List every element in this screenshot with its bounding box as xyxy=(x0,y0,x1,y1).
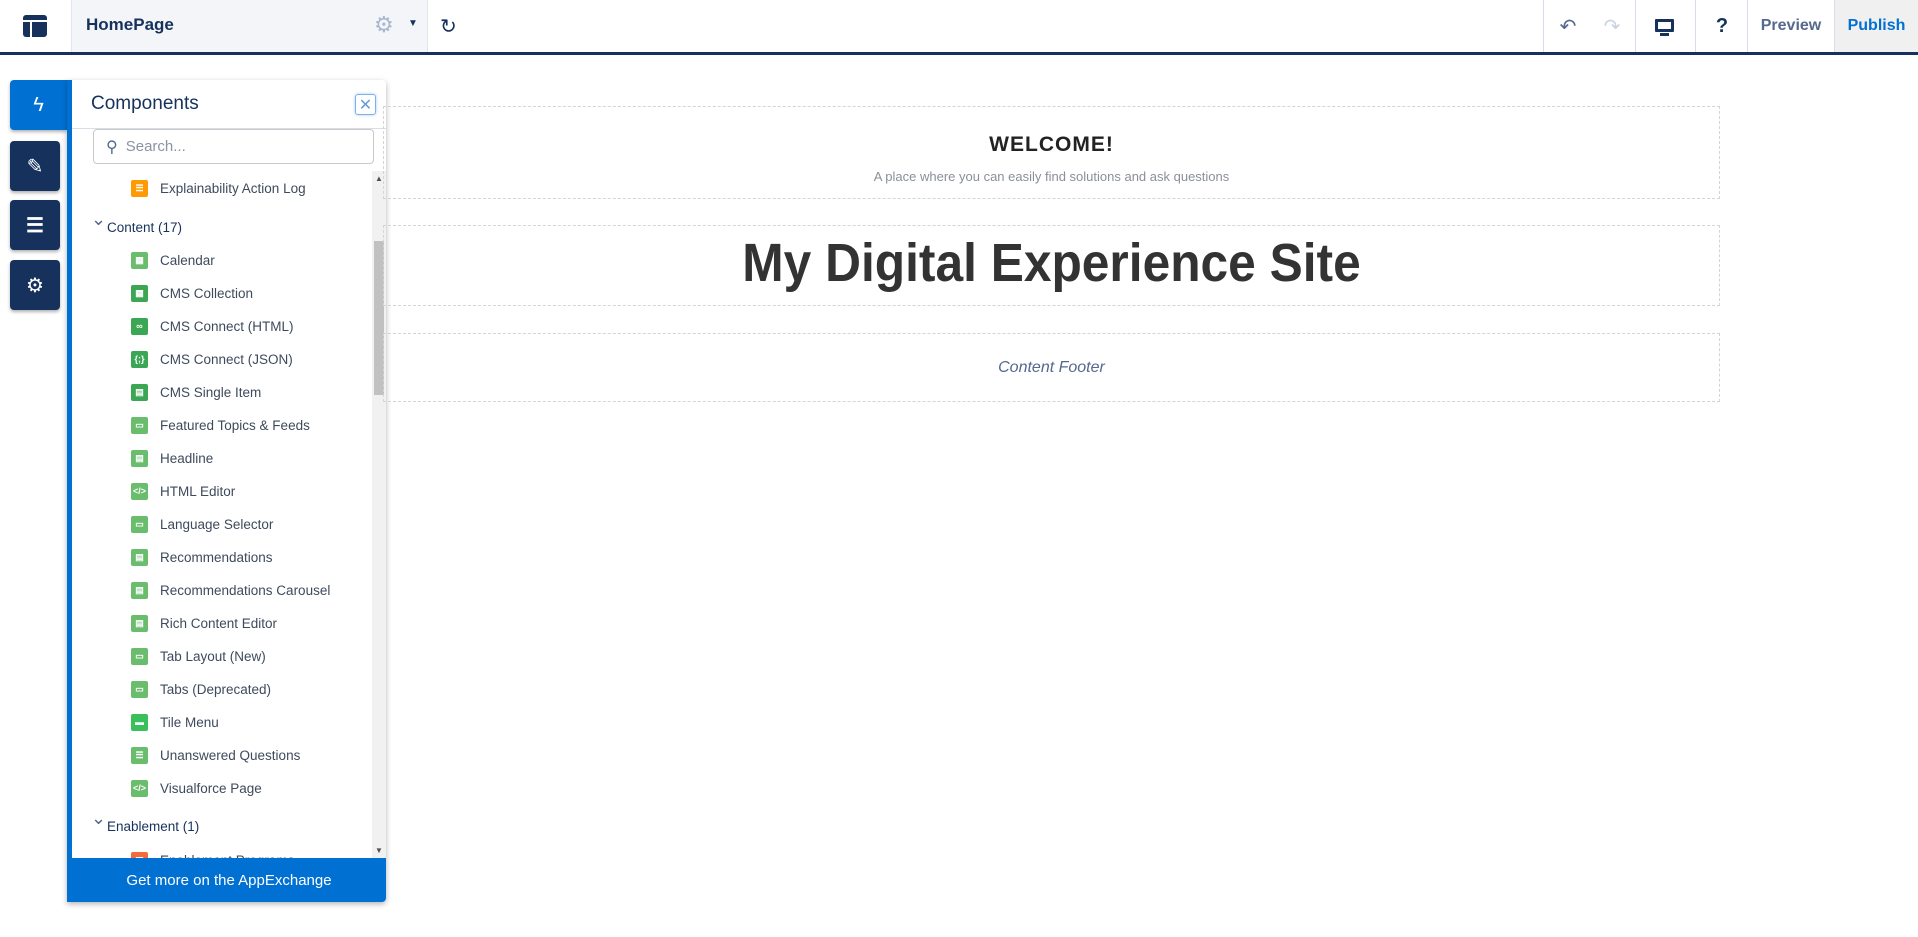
question-icon[interactable]: ? xyxy=(1712,14,1732,38)
chevron-down-icon: ⌄ xyxy=(91,808,107,828)
components-panel: Components ✕ ☰ Explainability Action Log ⌄… xyxy=(67,80,386,902)
top-bar: HomePage ⚙ ▼ ↻ ↶ ↷ ? Preview Publish xyxy=(0,0,1918,55)
header-region[interactable]: WELCOME! A place where you can easily fi… xyxy=(383,106,1720,199)
chevron-down-icon: ⌄ xyxy=(91,209,107,229)
component-label: Calendar xyxy=(160,252,215,268)
component-label: CMS Collection xyxy=(160,285,254,301)
rail-page-structure-button[interactable]: ☰ xyxy=(10,200,60,250)
component-icon: ▤ xyxy=(131,581,148,599)
brush-icon: ✎ xyxy=(26,155,44,178)
category-label: Content (17) xyxy=(107,219,183,235)
appexchange-button[interactable]: Get more on the AppExchange xyxy=(72,858,386,902)
component-icon: </> xyxy=(131,482,148,500)
page-name: HomePage xyxy=(86,15,174,34)
welcome-heading: WELCOME! xyxy=(989,133,1114,156)
component-icon: ☰ xyxy=(131,746,148,764)
component-label: Recommendations Carousel xyxy=(160,582,331,598)
list-icon: ☰ xyxy=(26,214,44,237)
gear-icon: ⚙ xyxy=(26,274,44,297)
page-selector[interactable]: HomePage ⚙ ▼ xyxy=(71,0,428,52)
component-label: Tabs (Deprecated) xyxy=(160,681,272,697)
component-label: Featured Topics & Feeds xyxy=(160,417,310,433)
component-label: Headline xyxy=(160,450,214,466)
search-field[interactable]: ⚲ xyxy=(93,129,374,164)
component-icon: ▤ xyxy=(131,383,148,401)
component-icon: ▦ xyxy=(131,251,148,269)
category-label: Enablement (1) xyxy=(107,818,200,834)
component-icon: ▭ xyxy=(131,647,148,665)
gear-icon[interactable]: ⚙ xyxy=(374,12,394,38)
component-label: Tile Menu xyxy=(160,714,219,730)
component-label: Language Selector xyxy=(160,516,274,532)
rail-settings-button[interactable]: ⚙ xyxy=(10,260,60,310)
component-icon: ▭ xyxy=(131,515,148,533)
redo-icon[interactable]: ↷ xyxy=(1600,14,1624,38)
component-icon: ☰ xyxy=(131,179,148,197)
component-label: Visualforce Page xyxy=(160,780,262,796)
component-icon: ∞ xyxy=(131,317,148,335)
search-icon: ⚲ xyxy=(106,138,118,156)
undo-icon[interactable]: ↶ xyxy=(1556,14,1580,38)
preview-button[interactable]: Preview xyxy=(1748,0,1834,52)
publish-button[interactable]: Publish xyxy=(1835,0,1918,52)
lightning-icon: ϟ xyxy=(33,93,44,116)
content-footer: Content Footer xyxy=(998,359,1105,376)
rail-components-button[interactable]: ϟ xyxy=(10,80,67,130)
component-label: Recommendations xyxy=(160,549,273,565)
component-icon: </> xyxy=(131,779,148,797)
component-label: Unanswered Questions xyxy=(160,747,301,763)
component-icon: ▭ xyxy=(131,416,148,434)
component-label: Rich Content Editor xyxy=(160,615,278,631)
layout-icon[interactable] xyxy=(23,15,47,37)
component-label: HTML Editor xyxy=(160,483,236,499)
close-icon[interactable]: ✕ xyxy=(355,94,376,115)
component-icon: {;} xyxy=(131,350,148,368)
component-list: ☰ Explainability Action Log ⌄ Content (17) ▦… xyxy=(72,171,386,858)
component-label: Tab Layout (New) xyxy=(160,648,266,664)
component-icon: ▭ xyxy=(131,680,148,698)
component-icon: ▤ xyxy=(131,614,148,632)
title-region[interactable]: My Digital Experience Site xyxy=(383,225,1720,306)
content-footer-region[interactable]: Content Footer xyxy=(383,333,1720,402)
component-label: CMS Connect (JSON) xyxy=(160,351,293,367)
panel-title: Components xyxy=(91,93,199,114)
rail-theme-button[interactable]: ✎ xyxy=(10,141,60,191)
component-label: Explainability Action Log xyxy=(160,180,306,196)
desktop-icon[interactable] xyxy=(1655,19,1674,32)
site-title: My Digital Experience Site xyxy=(742,233,1361,293)
component-icon: ▦ xyxy=(131,284,148,302)
component-label: CMS Connect (HTML) xyxy=(160,318,294,334)
component-label: CMS Single Item xyxy=(160,384,262,400)
refresh-icon[interactable]: ↻ xyxy=(440,14,457,38)
caret-down-icon[interactable]: ▼ xyxy=(408,18,418,29)
search-input[interactable] xyxy=(125,138,346,155)
component-icon: ▤ xyxy=(131,449,148,467)
welcome-subtitle: A place where you can easily find soluti… xyxy=(873,169,1230,184)
component-icon: ▤ xyxy=(131,548,148,566)
component-icon: ▬ xyxy=(131,713,148,731)
